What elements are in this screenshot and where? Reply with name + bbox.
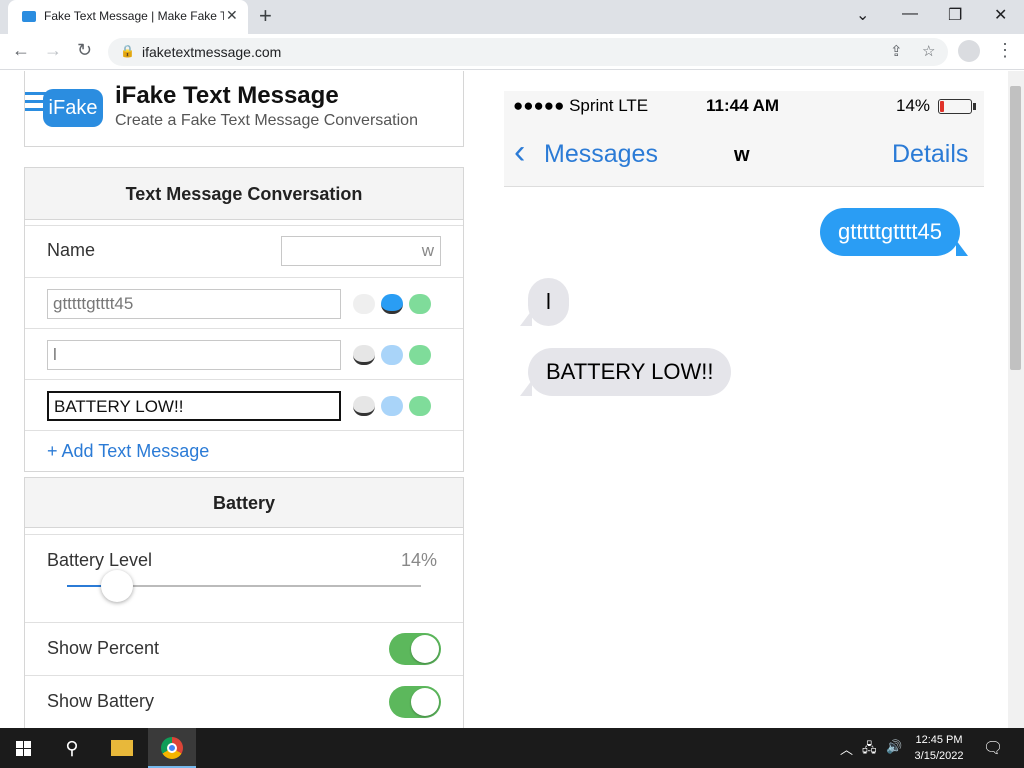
bubble-tail: [520, 380, 532, 396]
start-button[interactable]: [0, 728, 48, 768]
bubble-green-option[interactable]: [409, 294, 431, 314]
name-label: Name: [47, 240, 96, 260]
message-row: BATTERY LOW!!: [25, 379, 463, 430]
ios-nav-bar: ‹ Messages w Details: [504, 121, 984, 187]
phone-preview: ●●●●● Sprint LTE 11:44 AM 14% ‹ Messages…: [504, 91, 984, 728]
battery-fill: [940, 101, 945, 112]
toggle-knob: [411, 635, 439, 663]
back-icon[interactable]: ←: [12, 40, 30, 61]
status-battery-percent: 14%: [896, 96, 931, 115]
ifake-logo[interactable]: iFake: [43, 89, 103, 127]
message-row: gtttttgtttt45: [25, 277, 463, 328]
chrome-menu-icon[interactable]: ⋮: [996, 40, 1014, 61]
profile-avatar-icon[interactable]: [958, 40, 980, 62]
scrollbar-thumb[interactable]: [1010, 86, 1021, 370]
window-close-icon[interactable]: ✕: [994, 5, 1007, 25]
toggle-knob: [411, 688, 439, 716]
new-tab-icon[interactable]: +: [259, 3, 272, 29]
back-chevron-icon[interactable]: ‹: [514, 135, 525, 169]
message-row: l: [25, 328, 463, 379]
minimize-icon[interactable]: —: [902, 5, 918, 23]
browser-toolbar: ← → ↻ 🔒 ifaketextmessage.com ⇪ ☆ ⋮: [0, 34, 1024, 70]
taskbar-clock[interactable]: 12:45 PM 3/15/2022: [906, 732, 972, 764]
bubble-blue-option[interactable]: [381, 294, 403, 314]
bubble-gray-option[interactable]: [353, 345, 375, 365]
battery-heading: Battery: [25, 478, 463, 528]
add-message-row: + Add Text Message: [25, 430, 463, 471]
browser-tab[interactable]: Fake Text Message | Make Fake Te ✕: [8, 0, 248, 34]
bubble-green-option[interactable]: [409, 396, 431, 416]
battery-slider-knob[interactable]: [100, 570, 133, 602]
chrome-taskbar-icon[interactable]: [148, 728, 196, 768]
battery-tip: [973, 103, 976, 110]
incoming-bubble: l: [528, 278, 569, 326]
notifications-icon[interactable]: 🗨: [983, 738, 1003, 758]
tray-chevron-icon[interactable]: ︿: [840, 739, 853, 758]
message-input[interactable]: l: [47, 340, 341, 370]
address-bar[interactable]: 🔒 ifaketextmessage.com ⇪ ☆: [108, 38, 948, 66]
status-time: 11:44 AM: [706, 96, 780, 115]
bubble-tail: [520, 310, 532, 326]
page-content: iFake iFake Text Message Create a Fake T…: [0, 71, 1024, 728]
search-icon[interactable]: ⚲: [48, 728, 96, 768]
site-title: iFake Text Message: [115, 82, 339, 109]
bubble-tail: [956, 240, 968, 256]
name-input[interactable]: w: [281, 236, 441, 266]
incoming-bubble: BATTERY LOW!!: [528, 348, 732, 396]
bubble-gray-option[interactable]: [353, 396, 375, 416]
lock-icon: 🔒: [120, 44, 135, 58]
url-text: ifaketextmessage.com: [142, 44, 282, 60]
file-explorer-icon[interactable]: [98, 728, 146, 768]
clock-time: 12:45 PM: [915, 734, 963, 746]
close-tab-icon[interactable]: ✕: [226, 7, 238, 24]
site-header: iFake iFake Text Message Create a Fake T…: [24, 71, 464, 147]
show-percent-toggle[interactable]: [389, 633, 441, 665]
windows-taskbar: ⚲ ︿ 🖧 🔊 12:45 PM 3/15/2022 🗨: [0, 728, 1024, 768]
details-link[interactable]: Details: [892, 140, 968, 169]
battery-icon: [938, 99, 972, 114]
name-row: Name w: [25, 225, 463, 277]
forward-icon[interactable]: →: [44, 40, 62, 61]
battery-level-row: Battery Level 14%: [25, 534, 463, 622]
network-icon[interactable]: 🖧: [862, 739, 877, 761]
tab-strip: Fake Text Message | Make Fake Te ✕ + ⌄ —…: [0, 0, 1024, 34]
show-battery-row: Show Battery: [25, 675, 463, 728]
add-text-message-link[interactable]: + Add Text Message: [47, 441, 209, 462]
bubble-gray-option[interactable]: [353, 294, 375, 314]
volume-icon[interactable]: 🔊: [886, 739, 902, 755]
bubble-blue-option[interactable]: [381, 345, 403, 365]
show-percent-label: Show Percent: [47, 638, 160, 658]
ios-status-bar: ●●●●● Sprint LTE 11:44 AM 14%: [504, 91, 984, 121]
battery-level-label: Battery Level: [47, 550, 153, 570]
tab-search-icon[interactable]: ⌄: [856, 5, 869, 25]
battery-level-value: 14%: [400, 550, 437, 570]
conversation-heading: Text Message Conversation: [25, 168, 463, 220]
battery-slider[interactable]: [67, 570, 421, 602]
battery-panel: Battery Battery Level 14% Show Percent S…: [24, 477, 464, 728]
back-messages-link[interactable]: Messages: [544, 140, 658, 169]
message-input-focused[interactable]: BATTERY LOW!!: [47, 391, 341, 421]
site-subtitle: Create a Fake Text Message Conversation: [115, 112, 418, 129]
show-battery-toggle[interactable]: [389, 686, 441, 718]
conversation-panel: Text Message Conversation Name w gtttttg…: [24, 167, 464, 472]
message-input[interactable]: gtttttgtttt45: [47, 289, 341, 319]
bubble-blue-option[interactable]: [381, 396, 403, 416]
contact-name: w: [734, 144, 750, 166]
outgoing-bubble: gtttttgtttt45: [820, 208, 960, 256]
show-battery-label: Show Battery: [47, 691, 155, 711]
carrier-signal: ●●●●● Sprint LTE: [513, 96, 649, 115]
bubble-green-option[interactable]: [409, 345, 431, 365]
show-percent-row: Show Percent: [25, 622, 463, 675]
clock-date: 3/15/2022: [914, 750, 964, 762]
reload-icon[interactable]: ↻: [77, 40, 92, 61]
tab-title: Fake Text Message | Make Fake Te: [44, 9, 224, 23]
share-icon[interactable]: ⇪: [890, 42, 903, 60]
favicon-icon: [22, 11, 36, 22]
restore-icon[interactable]: ❐: [948, 5, 962, 25]
bookmark-star-icon[interactable]: ☆: [922, 42, 935, 60]
